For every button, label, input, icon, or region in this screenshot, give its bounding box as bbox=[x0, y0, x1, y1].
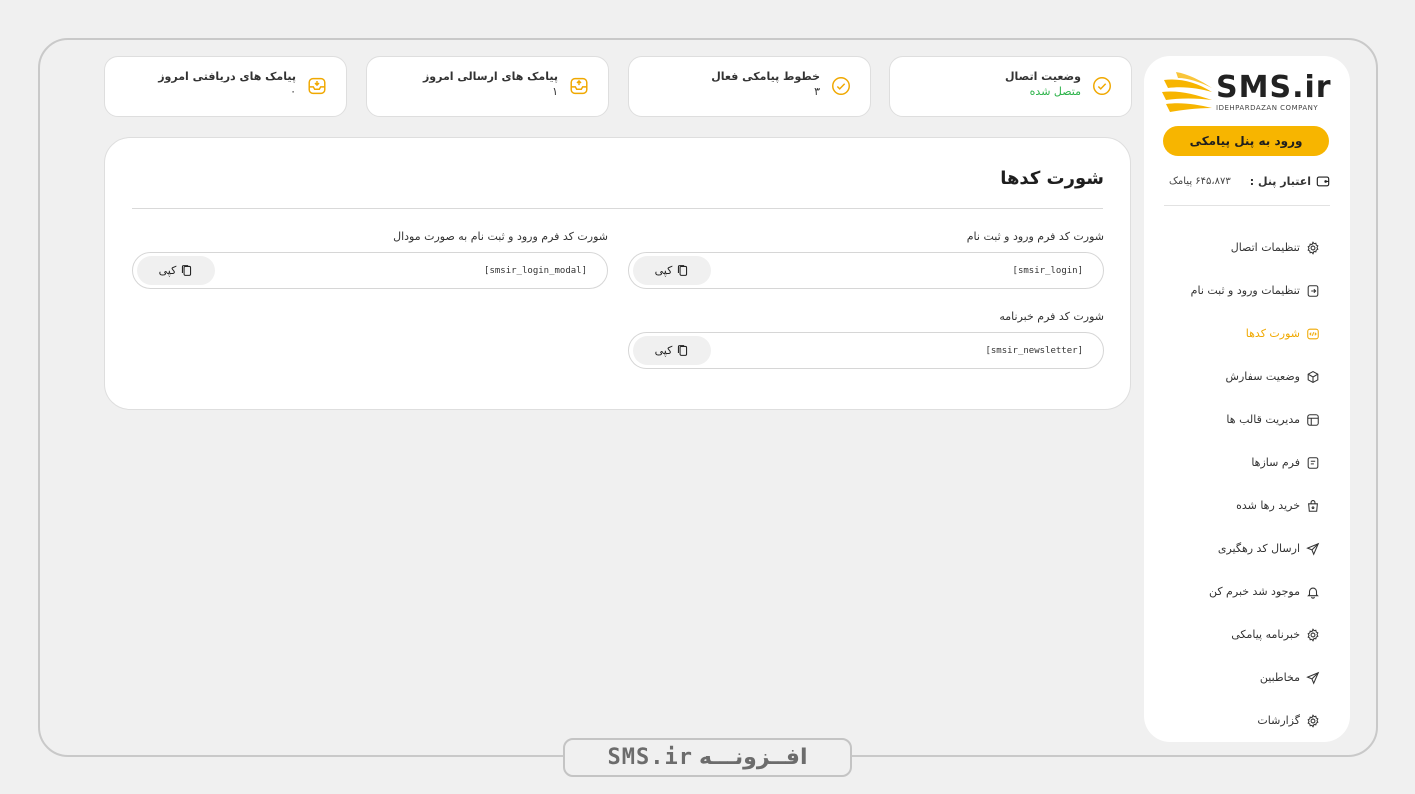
logo-text: SMS.ir bbox=[1216, 69, 1332, 105]
copy-button[interactable]: کپی bbox=[633, 256, 711, 285]
credit-label: اعتبار پنل : bbox=[1249, 174, 1311, 188]
sidebar-item-shortcodes[interactable]: شورت کدها bbox=[1164, 312, 1320, 355]
sidebar-item-order-status[interactable]: وضعیت سفارش bbox=[1164, 355, 1320, 398]
shortcode-value[interactable]: [smsir_login_modal] bbox=[484, 266, 587, 276]
shortcode-label: شورت کد فرم ورود و ثبت نام به صورت مودال bbox=[393, 230, 608, 243]
copy-icon bbox=[182, 265, 192, 276]
shortcode-newsletter: شورت کد فرم خبرنامه [smsir_newsletter] ک… bbox=[628, 308, 1104, 369]
wallet-icon bbox=[1316, 176, 1330, 187]
gear-icon bbox=[1307, 627, 1319, 642]
copy-button[interactable]: کپی bbox=[137, 256, 215, 285]
logo-wings-icon bbox=[1162, 72, 1212, 112]
sidebar-item-login-settings[interactable]: تنظیمات ورود و ثبت نام bbox=[1164, 269, 1320, 312]
sidebar-item-form-builders[interactable]: فرم سازها bbox=[1164, 441, 1320, 484]
credit-value: ۶۴۵،۸۷۳ پیامک bbox=[1168, 175, 1231, 187]
stat-value: ۱ bbox=[552, 85, 558, 98]
inbox-icon bbox=[308, 77, 326, 95]
shortcode-value[interactable]: [smsir_newsletter] bbox=[985, 346, 1083, 356]
sidebar-item-label: خرید رها شده bbox=[1236, 499, 1300, 512]
gear-icon bbox=[1307, 240, 1319, 255]
stat-label: خطوط پیامکی فعال bbox=[711, 70, 820, 83]
check-circle-icon bbox=[832, 77, 850, 95]
stat-card-lines: خطوط پیامکی فعال ۳ bbox=[628, 56, 871, 117]
stat-label: پیامک های دریافتی امروز bbox=[158, 70, 296, 83]
sidebar-item-label: مدیریت قالب ها bbox=[1226, 413, 1300, 426]
shortcode-label: شورت کد فرم ورود و ثبت نام bbox=[966, 230, 1104, 243]
copy-label: کپی bbox=[654, 344, 673, 357]
panel-login-button[interactable]: ورود به پنل پیامکی bbox=[1163, 126, 1329, 156]
sidebar-item-label: موجود شد خبرم کن bbox=[1208, 585, 1300, 598]
page-title: شورت کدها bbox=[1000, 168, 1104, 189]
shortcode-value[interactable]: [smsir_login] bbox=[1013, 266, 1083, 276]
sidebar-item-label: تنظیمات ورود و ثبت نام bbox=[1190, 284, 1300, 297]
sidebar-item-label: ارسال کد رهگیری bbox=[1217, 542, 1300, 555]
sidebar-item-reports[interactable]: گزارشات bbox=[1164, 699, 1320, 742]
shortcode-field: [smsir_newsletter] کپی bbox=[628, 332, 1104, 369]
shortcode-login-modal: شورت کد فرم ورود و ثبت نام به صورت مودال… bbox=[132, 228, 608, 289]
send-icon bbox=[1306, 671, 1320, 685]
sidebar-item-label: تنظیمات اتصال bbox=[1230, 241, 1300, 254]
logo: SMS.ir IDEHPARDAZAN COMPANY bbox=[1162, 68, 1332, 116]
shortcode-label: شورت کد فرم خبرنامه bbox=[999, 310, 1104, 323]
stat-value: ۰ bbox=[290, 85, 296, 98]
sidebar-nav: تنظیمات اتصال تنظیمات ورود و ثبت نام شور… bbox=[1164, 226, 1320, 742]
gear-icon bbox=[1307, 713, 1319, 728]
sidebar-divider bbox=[1164, 205, 1330, 206]
check-circle-icon bbox=[1093, 77, 1111, 95]
shortcodes-panel: شورت کدها شورت کد فرم ورود و ثبت نام [sm… bbox=[104, 137, 1131, 410]
sidebar-item-stock-notify[interactable]: موجود شد خبرم کن bbox=[1164, 570, 1320, 613]
template-icon bbox=[1307, 413, 1319, 426]
copy-label: کپی bbox=[158, 264, 177, 277]
copy-button[interactable]: کپی bbox=[633, 336, 711, 365]
sidebar: SMS.ir IDEHPARDAZAN COMPANY ورود به پنل … bbox=[1144, 56, 1350, 742]
sidebar-item-label: وضعیت سفارش bbox=[1225, 370, 1300, 383]
shortcode-field: [smsir_login_modal] کپی bbox=[132, 252, 608, 289]
shortcode-login: شورت کد فرم ورود و ثبت نام [smsir_login]… bbox=[628, 228, 1104, 289]
stat-label: وضعیت اتصال bbox=[1004, 70, 1081, 83]
sidebar-item-connection-settings[interactable]: تنظیمات اتصال bbox=[1164, 226, 1320, 269]
divider bbox=[132, 208, 1103, 209]
sidebar-item-label: شورت کدها bbox=[1245, 327, 1300, 340]
sidebar-item-tracking-code[interactable]: ارسال کد رهگیری bbox=[1164, 527, 1320, 570]
stat-card-received: پیامک های دریافتی امروز ۰ bbox=[104, 56, 347, 117]
panel-credit: اعتبار پنل : ۶۴۵،۸۷۳ پیامک bbox=[1164, 172, 1330, 190]
sidebar-item-label: مخاطبین bbox=[1259, 671, 1300, 684]
box-icon bbox=[1307, 370, 1319, 383]
code-icon bbox=[1307, 328, 1319, 339]
sidebar-item-label: فرم سازها bbox=[1251, 456, 1300, 469]
form-icon bbox=[1307, 456, 1319, 469]
stat-label: پیامک های ارسالی امروز bbox=[422, 70, 558, 83]
send-icon bbox=[1306, 542, 1320, 556]
stat-card-connection: وضعیت اتصال متصل شده bbox=[889, 56, 1132, 117]
outbox-icon bbox=[570, 77, 588, 95]
sidebar-item-contacts[interactable]: مخاطبین bbox=[1164, 656, 1320, 699]
copy-icon bbox=[678, 265, 688, 276]
copy-label: کپی bbox=[654, 264, 673, 277]
stat-value: متصل شده bbox=[1029, 85, 1081, 98]
plugin-badge-brand: SMS.ir bbox=[607, 745, 693, 770]
login-icon bbox=[1307, 284, 1319, 297]
sidebar-item-templates[interactable]: مدیریت قالب ها bbox=[1164, 398, 1320, 441]
sidebar-item-sms-newsletter[interactable]: خبرنامه پیامکی bbox=[1164, 613, 1320, 656]
copy-icon bbox=[678, 345, 688, 356]
plugin-badge: افــزونـــه SMS.ir bbox=[563, 738, 852, 777]
bag-icon bbox=[1308, 499, 1318, 512]
stat-value: ۳ bbox=[814, 85, 820, 98]
sidebar-item-abandoned-cart[interactable]: خرید رها شده bbox=[1164, 484, 1320, 527]
sidebar-item-label: گزارشات bbox=[1257, 714, 1300, 727]
sidebar-item-label: خبرنامه پیامکی bbox=[1231, 628, 1300, 641]
logo-subtitle: IDEHPARDAZAN COMPANY bbox=[1216, 103, 1319, 112]
stat-card-sent: پیامک های ارسالی امروز ۱ bbox=[366, 56, 609, 117]
plugin-badge-word: افــزونـــه bbox=[698, 745, 808, 770]
shortcode-field: [smsir_login] کپی bbox=[628, 252, 1104, 289]
bell-icon bbox=[1307, 587, 1319, 599]
